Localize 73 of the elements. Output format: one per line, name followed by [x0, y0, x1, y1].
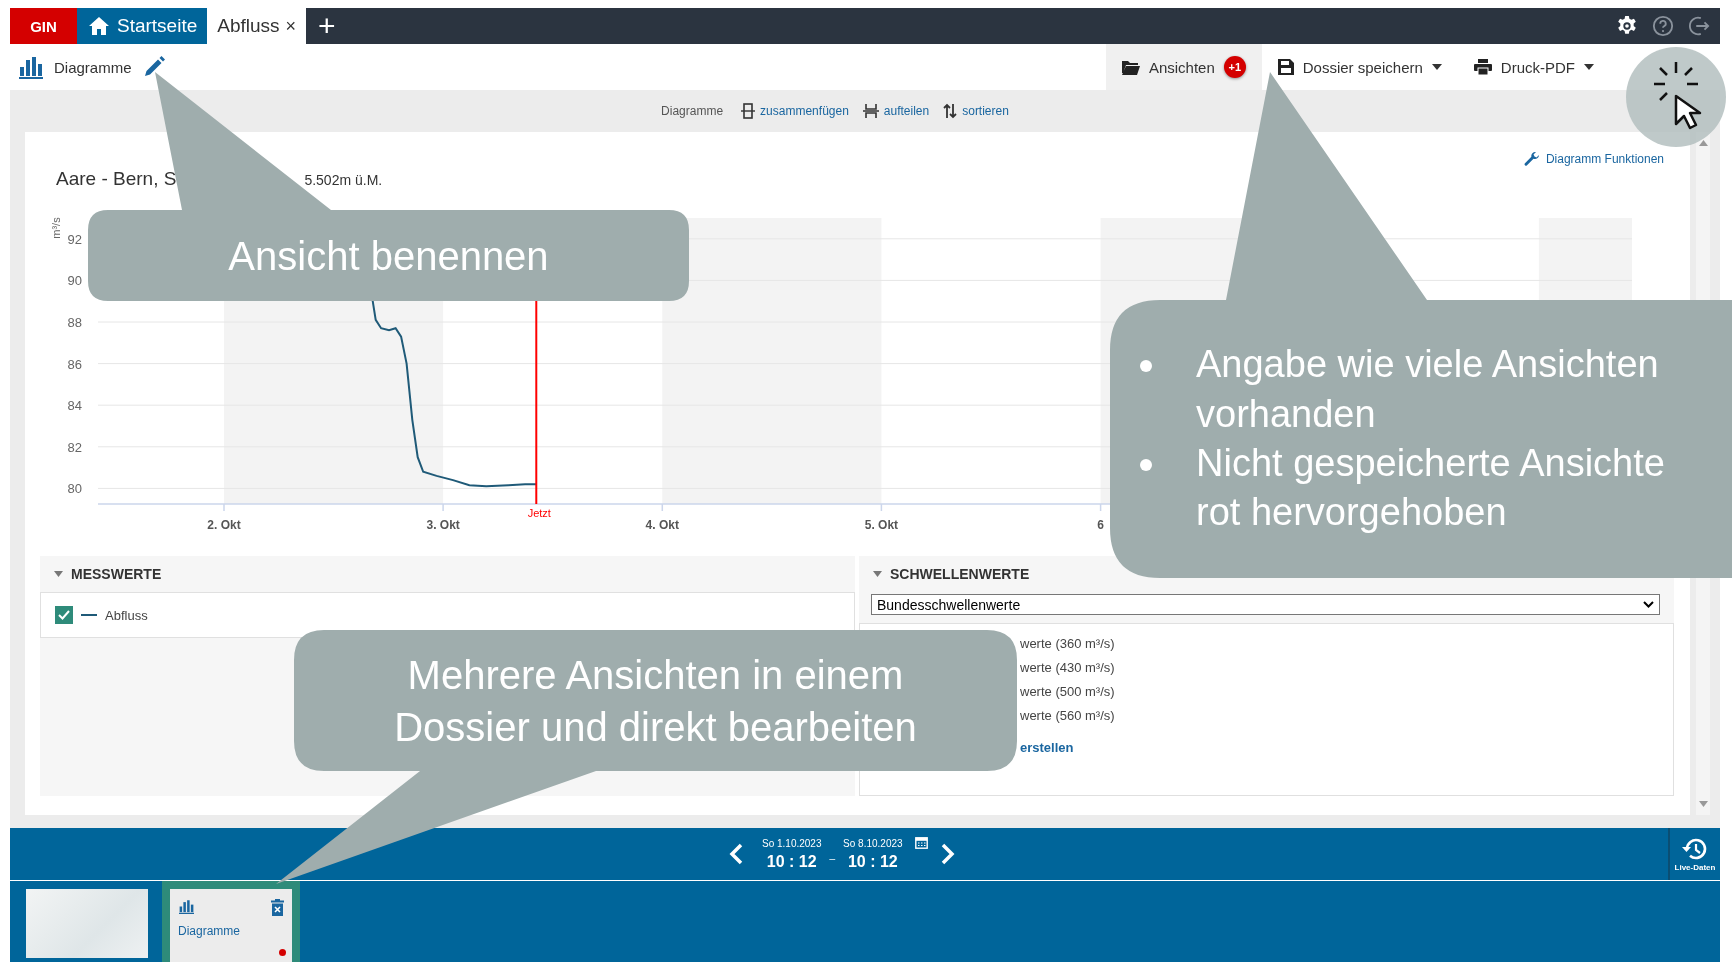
previous-icon[interactable] [728, 843, 744, 865]
legend-line [81, 614, 97, 616]
y-axis-label: 86 [67, 356, 82, 372]
y-axis-label: 82 [67, 439, 82, 455]
scroll-up-icon[interactable] [1698, 140, 1708, 146]
split-icon [862, 103, 879, 119]
chart-title: 5.502m ü.M. [304, 172, 383, 188]
bar-chart-icon [18, 55, 44, 79]
wrench-icon [1523, 151, 1540, 167]
y-axis-label: 90 [67, 273, 82, 289]
now-label: Jetzt [527, 507, 551, 519]
collapse-caret-icon[interactable] [873, 571, 882, 577]
chart-functions-link[interactable]: Diagramm Funktionen [1517, 148, 1670, 170]
range-separator: _ [829, 848, 836, 860]
x-axis-label: 3. Okt [426, 518, 460, 532]
delete-icon[interactable] [271, 899, 284, 916]
collapse-caret-icon[interactable] [54, 571, 63, 577]
callout-text: Ansicht benennen [228, 232, 549, 280]
x-axis-label: 5. Okt [864, 518, 899, 532]
y-axis-label: 88 [67, 315, 82, 330]
x-axis-label: 6 [1097, 518, 1104, 532]
start-time[interactable]: 10 : 12 [766, 852, 817, 871]
scroll-down-icon[interactable] [1698, 801, 1708, 807]
history-icon [1681, 836, 1709, 861]
settings-icon[interactable] [1616, 15, 1638, 37]
start-date[interactable]: So 1.10.2023 [762, 837, 822, 849]
chart-action-button[interactable]: sortieren [943, 103, 1009, 119]
end-date[interactable]: So 8.10.2023 [843, 837, 903, 849]
sort-icon [943, 103, 958, 119]
threshold-item: werte (500 m³/s) [1020, 684, 1116, 699]
chart-action-button[interactable]: zusammenfügen [741, 103, 849, 119]
x-axis-label: 2. Okt [207, 518, 241, 532]
y-axis-label: 80 [67, 481, 82, 497]
checkbox[interactable] [55, 606, 73, 624]
bar-chart-icon [178, 899, 195, 914]
threshold-item: werte (360 m³/s) [1020, 636, 1116, 651]
add-tab-button[interactable]: + [306, 8, 348, 44]
threshold-select[interactable]: Bundesschwellenwerte [871, 594, 1660, 615]
y-axis-title: m³/s [50, 217, 62, 239]
end-time[interactable]: 10 : 12 [847, 852, 898, 871]
logo-tab[interactable]: GIN [10, 8, 77, 44]
thumbnail-label: Diagramme [178, 924, 241, 938]
callout-text: Mehrere Ansichten in einem Dossier und direkt bearbeiten [393, 651, 918, 751]
merge-icon [741, 103, 756, 119]
save-icon [1277, 59, 1294, 75]
next-icon[interactable] [939, 843, 956, 865]
chart-title: Aare - Bern, S [56, 168, 177, 190]
document-tab[interactable]: Abfluss × [207, 8, 307, 44]
chart-action-button[interactable]: aufteilen [862, 103, 930, 119]
x-axis-label: 4. Okt [645, 518, 679, 532]
count-badge: +1 [1223, 56, 1246, 78]
callout-bullet-text: Nicht gespeicherte Ansichte rot hervorgehoben [1196, 441, 1666, 536]
callout-bullet-text: Angabe wie viele Ansichten vorhanden [1196, 342, 1660, 437]
panel-title: MESSWERTE [71, 566, 162, 582]
printer-icon [1473, 59, 1492, 75]
y-axis-label: 92 [67, 231, 82, 247]
folder-icon [1121, 59, 1140, 75]
threshold-item: werte (560 m³/s) [1020, 708, 1116, 723]
calendar-icon[interactable] [914, 836, 928, 849]
panel-title: SCHWELLENWERTE [890, 566, 1030, 582]
view-title: Diagramme [54, 58, 132, 76]
dropdown-caret-icon [1643, 601, 1654, 608]
toolbar-button[interactable]: Ansichten +1 [1105, 44, 1262, 90]
series-label: Abfluss [105, 607, 148, 623]
y-axis-label: 84 [67, 398, 82, 414]
section-label: Diagramme [661, 104, 724, 118]
threshold-item: werte (430 m³/s) [1020, 660, 1116, 675]
home-icon [87, 14, 111, 38]
help-icon[interactable] [1652, 15, 1674, 37]
logout-icon[interactable] [1688, 15, 1710, 37]
map-thumbnail[interactable] [26, 889, 148, 958]
create-link[interactable]: erstellen [1020, 740, 1673, 755]
home-tab[interactable]: Startseite [77, 8, 208, 44]
